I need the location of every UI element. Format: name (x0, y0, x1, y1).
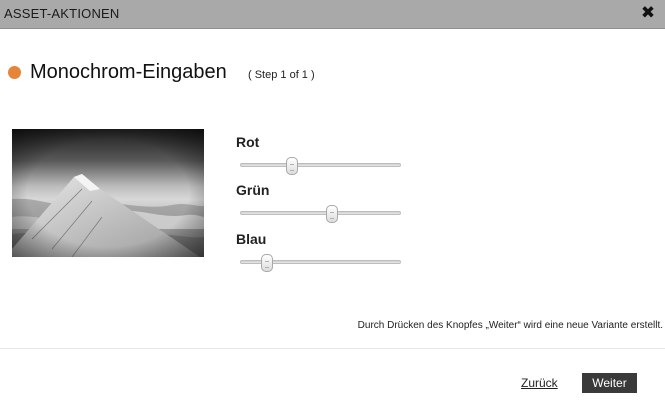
next-button[interactable]: Weiter (582, 373, 637, 393)
slider-group-blau: Blau (236, 231, 266, 247)
page-title: Monochrom-Eingaben (30, 61, 227, 83)
slider-handle[interactable] (326, 205, 338, 223)
slider-group-rot: Rot (236, 134, 259, 150)
step-indicator: ( Step 1 of 1 ) (248, 69, 315, 81)
slider-label-rot: Rot (236, 134, 260, 150)
slider-handle[interactable] (261, 254, 273, 272)
slider-label-gruen: Grün (236, 182, 270, 198)
dialog-title: ASSET-AKTIONEN (4, 6, 120, 21)
preview-image (12, 129, 204, 257)
slider-handle[interactable] (286, 157, 298, 175)
slider-blau[interactable] (240, 254, 401, 272)
footer-divider (0, 348, 665, 349)
slider-group-gruen: Grün (236, 182, 269, 198)
variant-notice: Durch Drücken des Knopfes „Weiter“ wird … (357, 320, 663, 331)
dialog-titlebar: ASSET-AKTIONEN ✖ (0, 0, 665, 29)
close-icon[interactable]: ✖ (639, 3, 657, 23)
back-link[interactable]: Zurück (521, 376, 558, 390)
slider-track[interactable] (240, 163, 401, 167)
slider-gruen[interactable] (240, 205, 401, 223)
slider-label-blau: Blau (236, 231, 267, 247)
airplane-wing-image (12, 129, 204, 257)
slider-track[interactable] (240, 211, 401, 215)
slider-rot[interactable] (240, 157, 401, 175)
status-dot (8, 66, 21, 79)
